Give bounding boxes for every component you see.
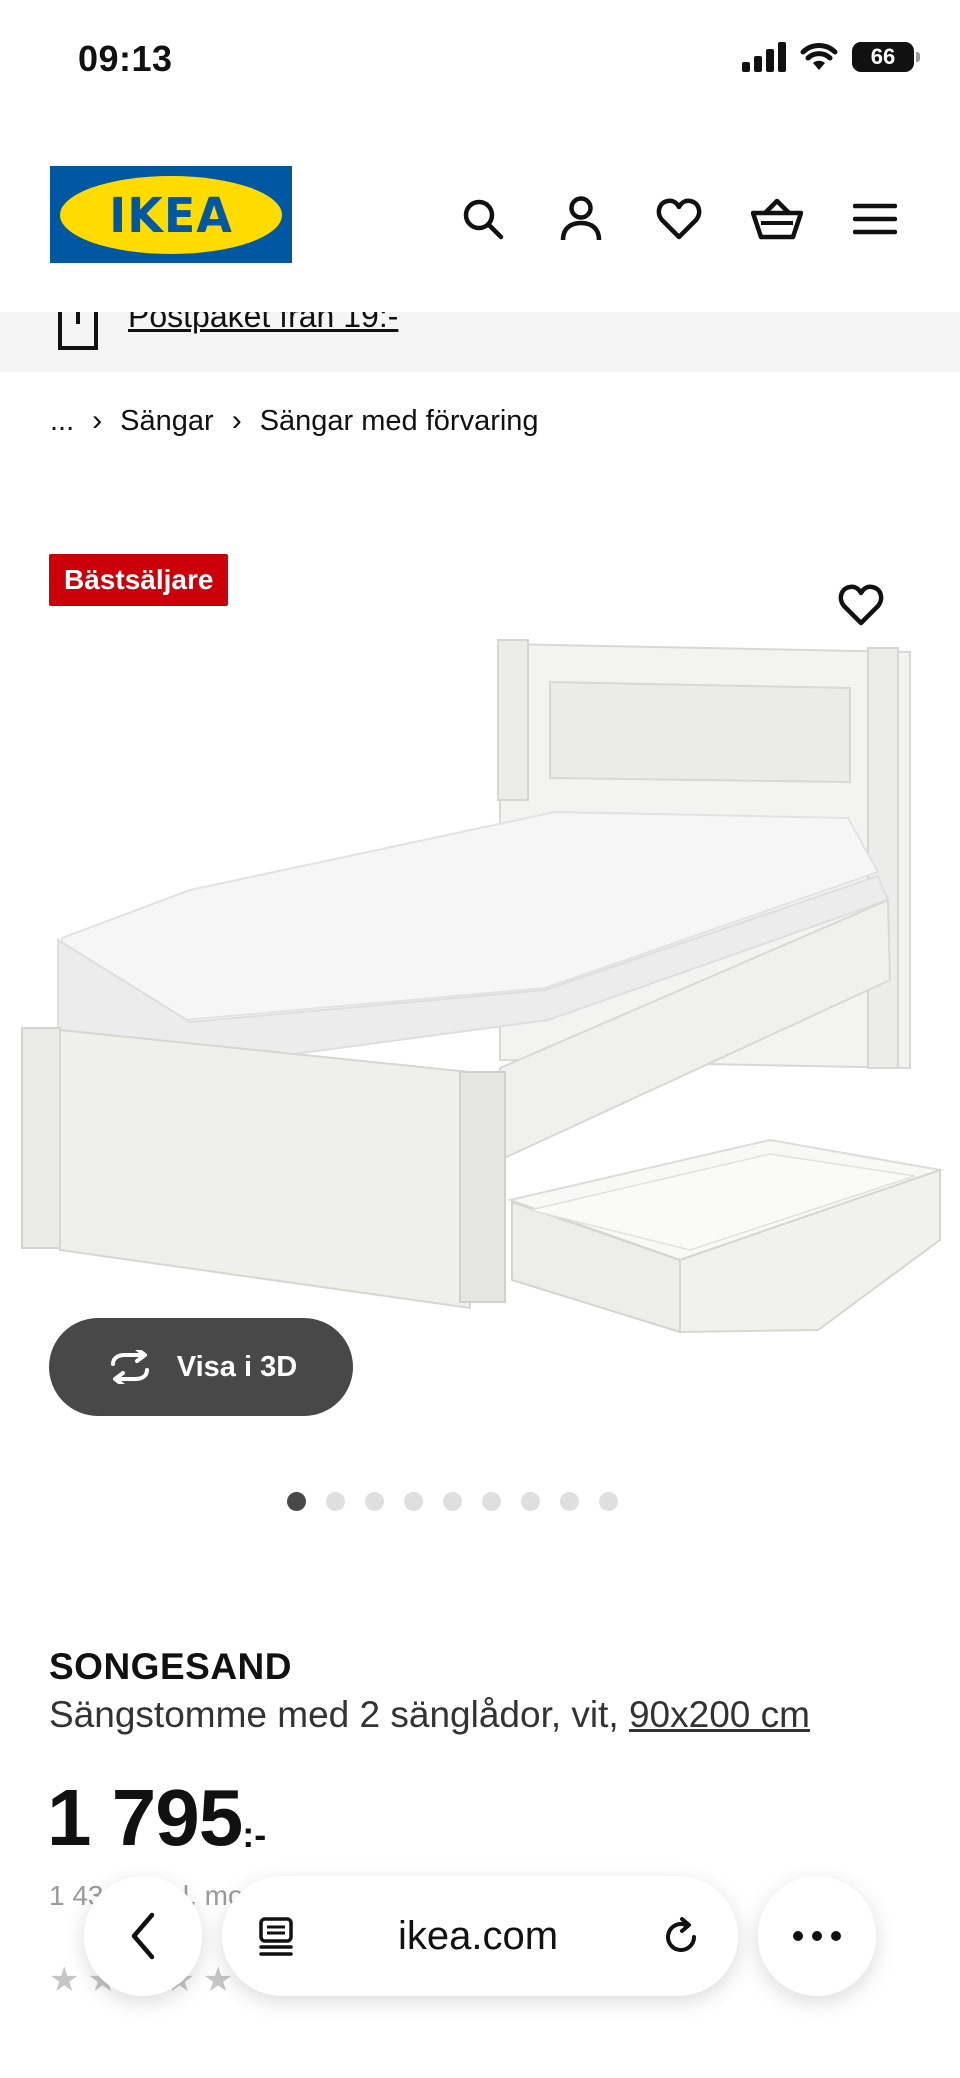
product-description: Sängstomme med 2 sänglådor, vit, 90x200 … bbox=[49, 1694, 810, 1736]
breadcrumb-separator: › bbox=[92, 404, 103, 437]
gallery-dot[interactable] bbox=[286, 1492, 306, 1511]
page-menu-icon[interactable] bbox=[256, 1916, 296, 1956]
address-bar[interactable]: ikea.com bbox=[222, 1876, 738, 1996]
status-time: 09:13 bbox=[78, 38, 173, 79]
gallery-dot[interactable] bbox=[403, 1492, 423, 1511]
battery-level: 66 bbox=[870, 44, 896, 69]
breadcrumb-item-storage-beds[interactable]: Sängar med förvaring bbox=[260, 405, 539, 438]
logo-text: IKEA bbox=[109, 186, 233, 243]
more-options-button[interactable] bbox=[758, 1876, 876, 1996]
bestseller-badge: Bästsäljare bbox=[49, 554, 229, 606]
url-text: ikea.com bbox=[397, 1913, 559, 1958]
gallery-pagination bbox=[0, 1492, 960, 1511]
menu-icon[interactable] bbox=[846, 190, 904, 248]
product-price: 1 795 :- bbox=[47, 1778, 266, 1858]
breadcrumb-item-beds[interactable]: Sängar bbox=[120, 405, 214, 438]
status-indicators: 66 bbox=[742, 42, 920, 72]
account-icon[interactable] bbox=[552, 190, 610, 248]
product-name: SONGESAND bbox=[49, 1646, 292, 1687]
parcel-icon bbox=[58, 312, 98, 350]
chevron-left-icon bbox=[131, 1912, 155, 1960]
logo-ellipse: IKEA bbox=[60, 175, 282, 254]
gallery-dot[interactable] bbox=[520, 1492, 540, 1511]
product-size-link[interactable]: 90x200 cm bbox=[629, 1694, 810, 1735]
view-in-3d-button[interactable]: Visa i 3D bbox=[49, 1318, 353, 1416]
price-integer: 1 795 bbox=[47, 1773, 243, 1862]
search-icon[interactable] bbox=[454, 190, 512, 248]
delivery-link[interactable]: Postpaket från 19:- bbox=[128, 312, 398, 335]
cart-icon[interactable] bbox=[748, 190, 806, 248]
breadcrumb: ... › Sängar › Sängar med förvaring bbox=[50, 404, 539, 438]
favourites-icon[interactable] bbox=[650, 190, 708, 248]
heart-icon bbox=[838, 584, 884, 626]
gallery-dot[interactable] bbox=[481, 1492, 501, 1511]
delivery-banner[interactable]: Postpaket från 19:- bbox=[0, 312, 960, 372]
more-dots-icon bbox=[793, 1931, 841, 1941]
gallery-dot[interactable] bbox=[598, 1492, 618, 1511]
product-gallery[interactable]: Bästsäljare Visa i 3D bbox=[0, 520, 960, 1511]
favourite-button[interactable] bbox=[832, 576, 890, 634]
site-header: IKEA bbox=[0, 120, 960, 310]
signal-icon bbox=[742, 42, 786, 72]
header-actions bbox=[454, 190, 904, 248]
battery-indicator: 66 bbox=[852, 42, 920, 72]
back-button[interactable] bbox=[84, 1876, 202, 1996]
view-in-3d-label: Visa i 3D bbox=[176, 1350, 298, 1383]
gallery-dot[interactable] bbox=[325, 1492, 345, 1511]
gallery-dot[interactable] bbox=[364, 1492, 384, 1511]
breadcrumb-separator: › bbox=[231, 404, 242, 437]
breadcrumb-root[interactable]: ... bbox=[50, 405, 74, 438]
status-bar: 09:13 66 bbox=[0, 0, 960, 120]
gallery-dot[interactable] bbox=[442, 1492, 462, 1511]
wifi-icon bbox=[800, 43, 838, 70]
reload-icon[interactable] bbox=[660, 1915, 702, 1957]
price-decimal: :- bbox=[242, 1814, 267, 1855]
rotate-3d-icon bbox=[110, 1350, 149, 1384]
gallery-dot[interactable] bbox=[559, 1492, 579, 1511]
product-description-text: Sängstomme med 2 sänglådor, vit, bbox=[49, 1694, 629, 1735]
browser-toolbar: ikea.com bbox=[0, 1860, 960, 2078]
ikea-logo[interactable]: IKEA bbox=[50, 166, 292, 263]
